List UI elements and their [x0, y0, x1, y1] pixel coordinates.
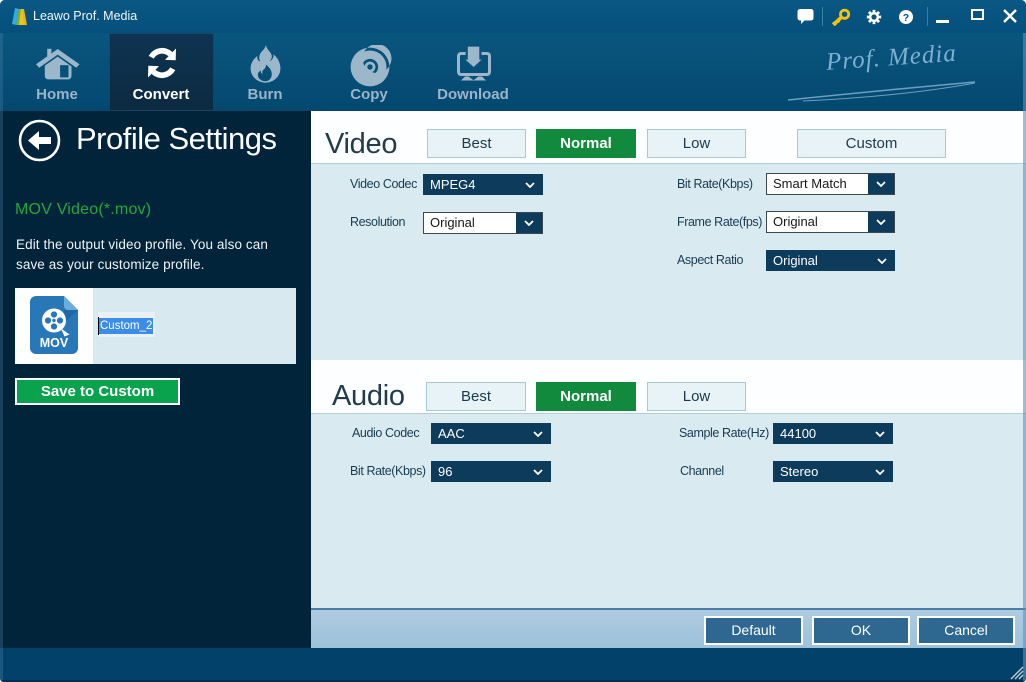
svg-text:?: ? [903, 12, 909, 24]
svg-text:MOV: MOV [40, 336, 69, 350]
